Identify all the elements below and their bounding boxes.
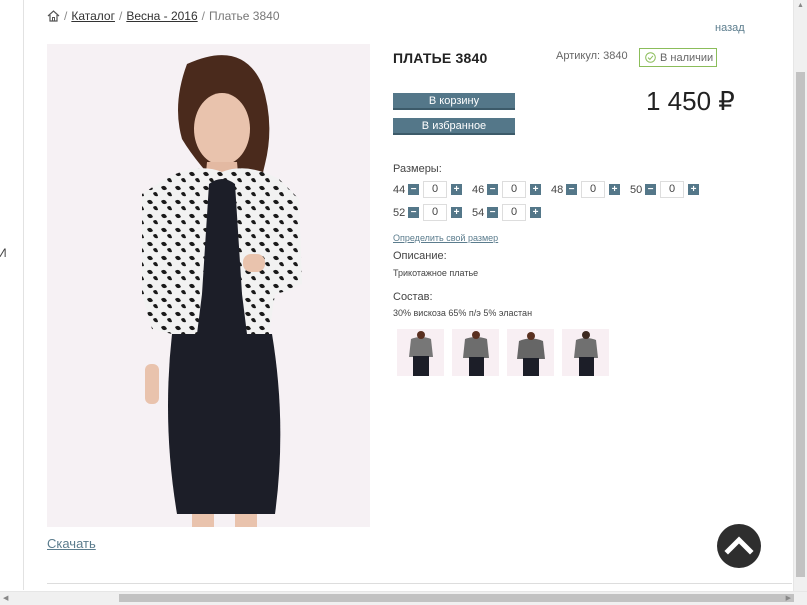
decrease-button[interactable]: − (487, 207, 498, 218)
home-icon[interactable] (47, 10, 60, 22)
download-link[interactable]: Скачать (47, 536, 96, 551)
add-to-favorites-button[interactable]: В избранное (393, 118, 515, 135)
description-text: Трикотажное платье (393, 268, 479, 278)
size-number: 50 (630, 183, 643, 196)
decrease-button[interactable]: − (408, 207, 419, 218)
product-title: ПЛАТЬЕ 3840 (393, 50, 488, 66)
increase-button[interactable]: + (688, 184, 699, 195)
product-photo[interactable] (47, 44, 370, 527)
thumbnail-4[interactable] (562, 329, 609, 376)
breadcrumb-separator: / (64, 9, 68, 23)
scroll-to-top-button[interactable] (717, 524, 761, 568)
thumbnail-3[interactable] (507, 329, 554, 376)
size-selector-52: 52 − 0 + (393, 204, 462, 221)
sizes-label: Размеры: (393, 163, 442, 175)
stock-label: В наличии (660, 51, 714, 64)
description-label: Описание: (393, 250, 447, 262)
quantity-field[interactable]: 0 (502, 204, 526, 221)
size-number: 46 (472, 183, 485, 196)
decrease-button[interactable]: − (408, 184, 419, 195)
increase-button[interactable]: + (530, 207, 541, 218)
breadcrumb-current: Платье 3840 (209, 9, 280, 23)
horizontal-scroll-thumb[interactable] (119, 594, 794, 602)
decrease-button[interactable]: − (566, 184, 577, 195)
product-sku: Артикул: 3840 (556, 50, 628, 62)
size-selector-48: 48 − 0 + (551, 181, 620, 198)
size-selector-54: 54 − 0 + (472, 204, 541, 221)
breadcrumb-catalog-link[interactable]: Каталог (71, 9, 115, 23)
horizontal-scrollbar[interactable]: ◀ ▶ (0, 591, 807, 605)
size-row-1: 44 − 0 + 46 − 0 + 48 − 0 + 50 − 0 + (393, 181, 709, 198)
scroll-left-arrow-icon[interactable]: ◀ (3, 594, 8, 602)
size-number: 52 (393, 206, 406, 219)
quantity-field[interactable]: 0 (660, 181, 684, 198)
back-link[interactable]: назад (715, 22, 745, 34)
breadcrumb: / Каталог / Весна - 2016 / Платье 3840 (47, 9, 280, 23)
check-circle-icon (645, 52, 656, 63)
breadcrumb-separator: / (118, 9, 123, 23)
vertical-scrollbar[interactable]: ▲ (793, 0, 807, 592)
breadcrumb-season-link[interactable]: Весна - 2016 (126, 9, 197, 23)
size-selector-50: 50 − 0 + (630, 181, 699, 198)
composition-text: 30% вискоза 65% п/э 5% эластан (393, 308, 533, 318)
size-row-2: 52 − 0 + 54 − 0 + (393, 204, 551, 221)
scroll-right-arrow-icon[interactable]: ▶ (786, 594, 791, 602)
size-selector-44: 44 − 0 + (393, 181, 462, 198)
quantity-field[interactable]: 0 (423, 204, 447, 221)
scroll-up-arrow-icon[interactable]: ▲ (797, 2, 804, 9)
thumbnail-gallery (397, 329, 609, 376)
left-rail-text: И (0, 246, 7, 260)
increase-button[interactable]: + (530, 184, 541, 195)
increase-button[interactable]: + (609, 184, 620, 195)
increase-button[interactable]: + (451, 184, 462, 195)
quantity-field[interactable]: 0 (581, 181, 605, 198)
footer-divider (47, 583, 792, 584)
size-number: 44 (393, 183, 406, 196)
increase-button[interactable]: + (451, 207, 462, 218)
size-number: 54 (472, 206, 485, 219)
chevron-up-icon (724, 536, 754, 555)
find-size-link[interactable]: Определить свой размер (393, 233, 498, 243)
size-selector-46: 46 − 0 + (472, 181, 541, 198)
decrease-button[interactable]: − (645, 184, 656, 195)
product-price: 1 450 ₽ (646, 86, 735, 116)
vertical-scroll-thumb[interactable] (796, 72, 805, 577)
decrease-button[interactable]: − (487, 184, 498, 195)
thumbnail-1[interactable] (397, 329, 444, 376)
stock-badge: В наличии (639, 48, 717, 67)
left-sidebar-edge: И (0, 0, 24, 590)
thumbnail-2[interactable] (452, 329, 499, 376)
quantity-field[interactable]: 0 (423, 181, 447, 198)
add-to-cart-button[interactable]: В корзину (393, 93, 515, 110)
breadcrumb-separator: / (201, 9, 205, 23)
composition-label: Состав: (393, 291, 433, 303)
size-number: 48 (551, 183, 564, 196)
quantity-field[interactable]: 0 (502, 181, 526, 198)
